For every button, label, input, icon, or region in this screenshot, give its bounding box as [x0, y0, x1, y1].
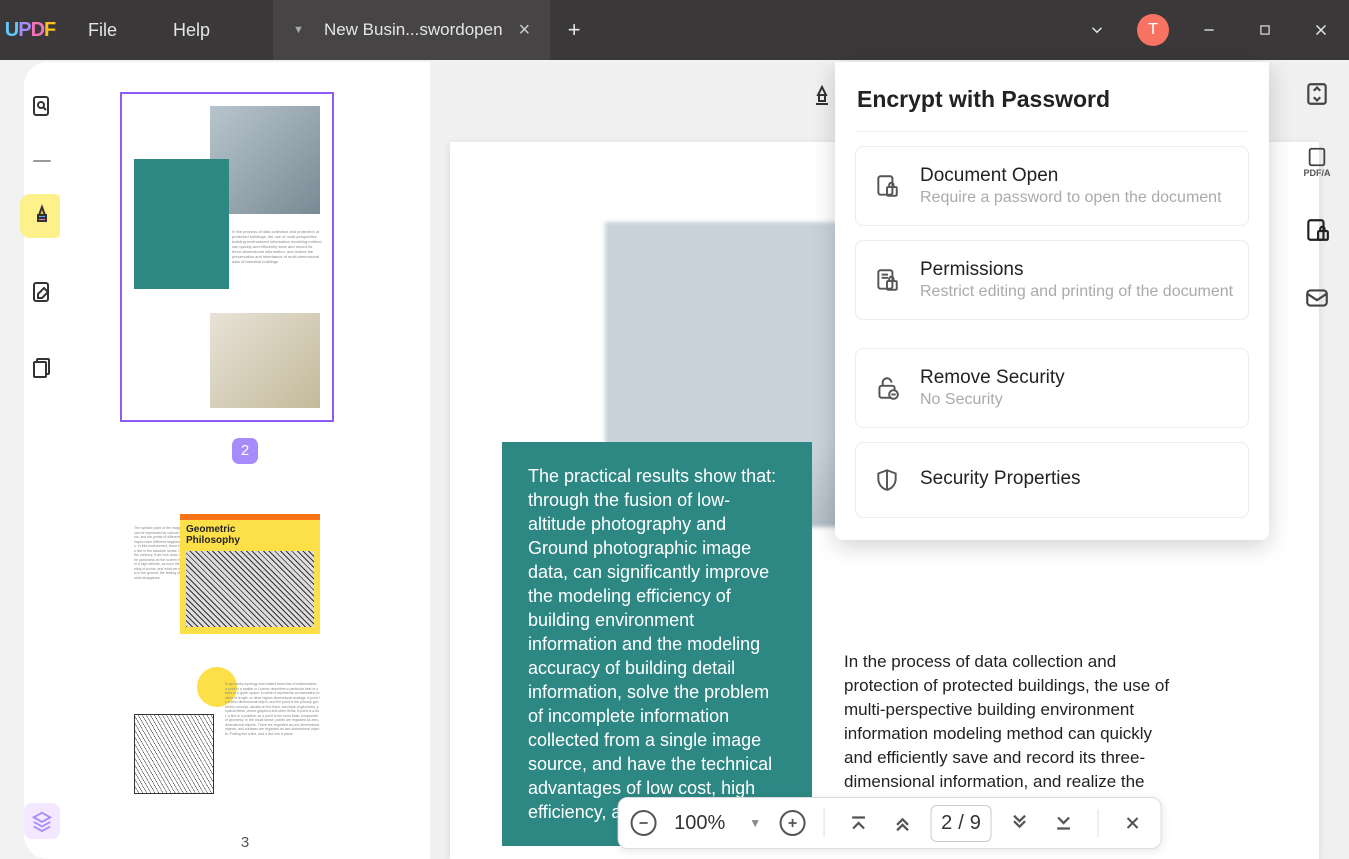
tabs: ▼ New Busin...swordopen × + [273, 0, 598, 60]
search-tool[interactable] [20, 84, 64, 128]
window-minimize-button[interactable] [1181, 0, 1237, 60]
thumbnail-page-number-3: 3 [120, 834, 370, 851]
new-tab-button[interactable]: + [550, 17, 598, 43]
zoom-page-toolbar: 100% ▼ 2 / 9 [617, 797, 1162, 849]
edit-tool[interactable] [20, 270, 64, 314]
layers-button[interactable] [24, 803, 60, 839]
zoom-value: 100% [668, 812, 731, 835]
window-maximize-button[interactable] [1237, 0, 1293, 60]
shield-icon [872, 465, 902, 495]
security-properties-option[interactable]: Security Properties [855, 442, 1249, 518]
unlock-icon [872, 373, 902, 403]
page-body-text: In the process of data collection and pr… [844, 650, 1184, 818]
right-toolbar: PDF/A [1301, 78, 1333, 314]
permissions-option[interactable]: Permissions Restrict editing and printin… [855, 240, 1249, 320]
menu-file[interactable]: File [60, 20, 145, 41]
pdfa-button[interactable]: PDF/A [1301, 146, 1333, 178]
page-input[interactable]: 2 / 9 [930, 805, 992, 842]
page-teal-text-block: The practical results show that: through… [502, 442, 812, 846]
zoom-dropdown-icon[interactable]: ▼ [743, 816, 767, 830]
app-logo: UPDF [0, 0, 60, 60]
zoom-out-button[interactable] [630, 810, 656, 836]
next-page-button[interactable] [1004, 807, 1036, 839]
share-button[interactable] [1301, 282, 1333, 314]
left-toolbar [24, 62, 60, 859]
tab-close-icon[interactable]: × [519, 19, 531, 42]
rail-separator [33, 160, 51, 162]
permissions-lock-icon [872, 265, 902, 295]
titlebar-dropdown-icon[interactable] [1069, 0, 1125, 60]
tab-dropdown-icon[interactable]: ▼ [293, 24, 304, 36]
rail-bottom [24, 803, 60, 839]
document-tab[interactable]: ▼ New Busin...swordopen × [273, 0, 550, 60]
first-page-button[interactable] [842, 807, 874, 839]
comment-tool[interactable] [20, 194, 64, 238]
document-lock-icon [872, 171, 902, 201]
menu-help[interactable]: Help [145, 20, 238, 41]
encrypt-panel: Encrypt with Password Document Open Requ… [835, 62, 1269, 540]
convert-button[interactable] [1301, 78, 1333, 110]
user-avatar[interactable]: T [1137, 14, 1169, 46]
document-open-option[interactable]: Document Open Require a password to open… [855, 146, 1249, 226]
thumbnail-page-3[interactable]: The specific point of the image can be e… [120, 494, 334, 824]
remove-security-option[interactable]: Remove Security No Security [855, 348, 1249, 428]
protect-button[interactable] [1301, 214, 1333, 246]
thumbnail-page-number-2: 2 [232, 438, 258, 464]
close-toolbar-button[interactable] [1117, 807, 1149, 839]
prev-page-button[interactable] [886, 807, 918, 839]
titlebar: UPDF File Help ▼ New Busin...swordopen ×… [0, 0, 1349, 60]
window-close-button[interactable] [1293, 0, 1349, 60]
zoom-in-button[interactable] [779, 810, 805, 836]
thumbnails-panel: In the process of data collection and pr… [60, 62, 430, 859]
tab-title: New Busin...swordopen [324, 20, 503, 40]
last-page-button[interactable] [1048, 807, 1080, 839]
highlight-tool[interactable] [808, 82, 836, 110]
pages-tool[interactable] [20, 346, 64, 390]
encrypt-panel-title: Encrypt with Password [855, 62, 1249, 132]
thumbnail-page-2[interactable]: In the process of data collection and pr… [120, 92, 334, 422]
